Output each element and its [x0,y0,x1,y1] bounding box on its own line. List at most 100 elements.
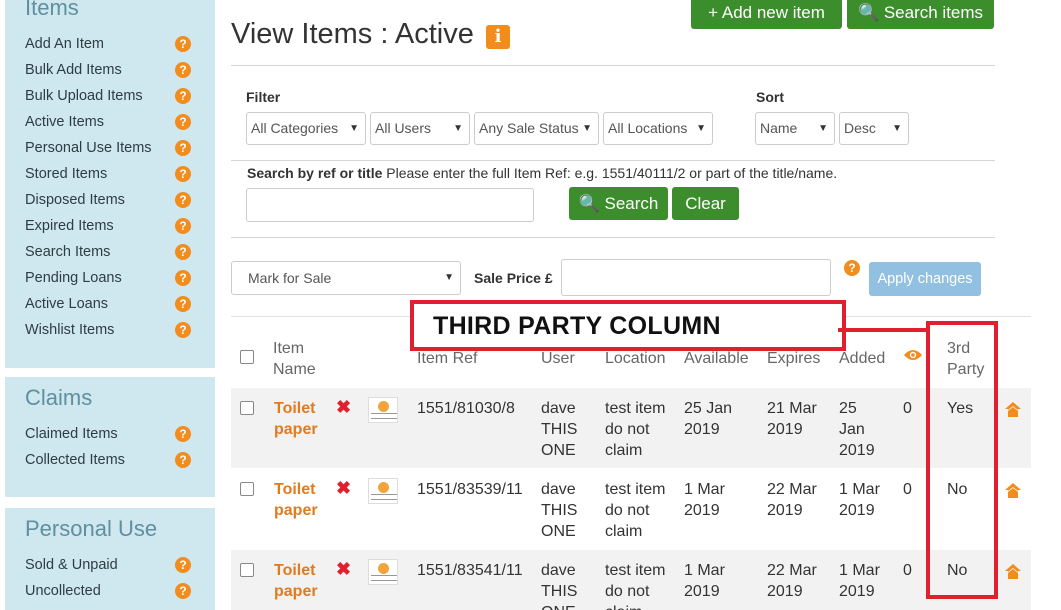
help-icon[interactable]: ? [175,218,191,234]
item-expires: 21 Mar 2019 [767,398,817,440]
thumbnail-caption [371,575,397,581]
annotation-connector [846,328,928,332]
row-checkbox[interactable] [240,482,254,496]
item-thumbnail[interactable] [368,559,398,585]
column-header-available[interactable]: Available [684,348,749,369]
column-header-location[interactable]: Location [605,348,666,369]
sidebar-item-label: Stored Items [25,166,108,182]
cell-line: Jan [839,421,865,438]
user-select[interactable]: All Users ▼ [370,112,470,145]
no-image-icon [378,401,389,412]
home-icon[interactable] [1004,482,1022,500]
column-header-name[interactable]: Item Name [273,338,316,380]
sidebar-item-bulk-add-items[interactable]: Bulk Add Items? [5,57,215,83]
sale-status-select[interactable]: Any Sale Status ▼ [474,112,599,145]
sidebar-item-active-items[interactable]: Active Items? [5,109,215,135]
bulk-action-value: Mark for Sale [248,270,332,286]
item-added: 1 Mar 2019 [839,560,880,602]
help-icon[interactable]: ? [175,36,191,52]
cell-line: THIS [541,583,578,600]
select-all-checkbox[interactable] [240,350,254,364]
cell-line: 2019 [684,502,720,519]
sidebar-item-wishlist-items[interactable]: Wishlist Items? [5,317,215,343]
help-icon[interactable]: ? [175,270,191,286]
help-icon[interactable]: ? [175,140,191,156]
item-name-link[interactable]: Toilet paper [274,479,318,521]
search-hint: Search by ref or title Please enter the … [247,165,837,181]
location-select-value: All Locations [608,120,688,136]
sidebar-item-collected-items[interactable]: Collected Items? [5,447,215,473]
cell-line: ONE [541,523,576,540]
cell-line: test item [605,562,666,579]
sidebar-item-stored-items[interactable]: Stored Items? [5,161,215,187]
sale-price-input[interactable] [561,259,831,296]
help-icon[interactable]: ? [175,557,191,573]
help-icon[interactable]: ? [175,244,191,260]
help-icon[interactable]: ? [175,166,191,182]
item-thumbnail[interactable] [368,397,398,423]
item-name-link[interactable]: Toilet paper [274,398,318,440]
help-icon[interactable]: ? [175,88,191,104]
search-button[interactable]: 🔍 Search [569,187,668,220]
help-icon[interactable]: ? [844,260,860,276]
add-new-item-button[interactable]: + Add new item [691,0,842,29]
search-items-button[interactable]: 🔍 Search items [847,0,994,29]
divider [231,160,995,161]
help-icon[interactable]: ? [175,322,191,338]
bulk-action-select[interactable]: Mark for Sale ▼ [231,261,461,295]
item-thumbnail[interactable] [368,478,398,504]
chevron-down-icon: ▼ [453,123,463,134]
page-title: View Items : Active [231,18,474,50]
thumbnail-caption [371,494,397,500]
item-added: 25 Jan 2019 [839,398,875,461]
sidebar-item-sold-unpaid[interactable]: Sold & Unpaid? [5,552,215,578]
column-header-user[interactable]: User [541,348,575,369]
cell-line: 1 Mar [839,481,880,498]
sidebar-item-search-items[interactable]: Search Items? [5,239,215,265]
sort-direction-select[interactable]: Desc ▼ [839,112,909,145]
item-name-line: Toilet [274,562,316,579]
column-header-ref[interactable]: Item Ref [417,348,477,369]
sidebar-item-expired-items[interactable]: Expired Items? [5,213,215,239]
sidebar-item-add-an-item[interactable]: Add An Item? [5,31,215,57]
help-icon[interactable]: ? [175,114,191,130]
sidebar-item-bulk-upload-items[interactable]: Bulk Upload Items? [5,83,215,109]
home-icon[interactable] [1004,401,1022,419]
search-input[interactable] [246,188,534,222]
info-icon[interactable]: i [486,25,510,49]
sidebar-item-uncollected[interactable]: Uncollected? [5,578,215,604]
sidebar-item-claimed-items[interactable]: Claimed Items? [5,421,215,447]
help-icon[interactable]: ? [175,426,191,442]
annotation-label: THIRD PARTY COLUMN [433,312,721,340]
cell-line: do not [605,583,650,600]
column-header-added[interactable]: Added [839,348,885,369]
apply-changes-button[interactable]: Apply changes [869,262,981,296]
cell-line: ONE [541,602,577,610]
home-icon[interactable] [1004,563,1022,581]
help-icon[interactable]: ? [175,62,191,78]
clear-button[interactable]: Clear [672,187,739,220]
sidebar-item-pending-loans[interactable]: Pending Loans? [5,265,215,291]
chevron-down-icon: ▼ [444,272,454,283]
category-select[interactable]: All Categories ▼ [246,112,366,145]
row-checkbox[interactable] [240,563,254,577]
sort-field-select[interactable]: Name ▼ [755,112,835,145]
help-icon[interactable]: ? [175,583,191,599]
row-checkbox[interactable] [240,401,254,415]
search-label: Search by ref or title [247,165,383,181]
item-name-link[interactable]: Toilet paper [274,560,318,602]
sidebar-item-disposed-items[interactable]: Disposed Items? [5,187,215,213]
column-header-expires[interactable]: Expires [767,348,820,369]
delete-icon[interactable]: ✖ [336,397,351,418]
help-icon[interactable]: ? [175,296,191,312]
location-select[interactable]: All Locations ▼ [603,112,713,145]
annotation-connector [838,328,846,332]
delete-icon[interactable]: ✖ [336,478,351,499]
item-name-line: paper [274,421,318,438]
help-icon[interactable]: ? [175,192,191,208]
sidebar-item-active-loans[interactable]: Active Loans? [5,291,215,317]
help-icon[interactable]: ? [175,452,191,468]
item-location: test item do not claim [605,398,665,461]
sidebar-item-personal-use-items[interactable]: Personal Use Items? [5,135,215,161]
delete-icon[interactable]: ✖ [336,559,351,580]
